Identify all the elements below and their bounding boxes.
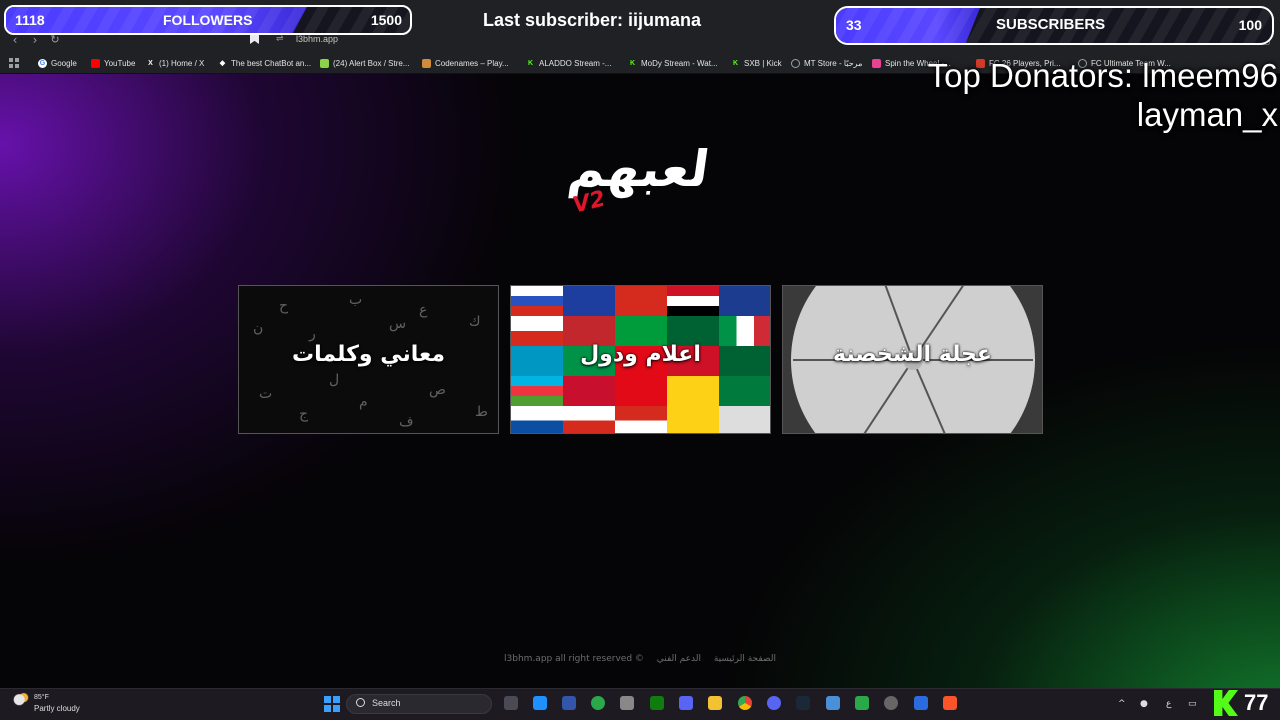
steam-icon[interactable] bbox=[796, 696, 810, 710]
taskbar-search[interactable] bbox=[346, 694, 492, 714]
game-card-words[interactable]: ح ب ع ك ن ر س ت ج م ص ط ل ف معاني وكلمات bbox=[238, 285, 499, 434]
bookmark-codenames[interactable]: Codenames – Play... bbox=[422, 58, 509, 69]
notepad-icon[interactable] bbox=[826, 696, 840, 710]
brave-icon[interactable] bbox=[943, 696, 957, 710]
weather-description[interactable]: Partly cloudy bbox=[34, 704, 80, 713]
subscribers-goal-bar: 33 SUBSCRIBERS 100 bbox=[834, 6, 1274, 45]
top-donators-line-1: Top Donators: lmeem96 bbox=[927, 57, 1278, 94]
chatbot-icon: ◆ bbox=[219, 60, 226, 67]
followers-current: 1118 bbox=[15, 12, 45, 28]
bookmark-mtstore[interactable]: MT Store - مرحبًا bbox=[791, 58, 862, 69]
subscribers-label: SUBSCRIBERS bbox=[996, 16, 1106, 33]
top-donators-line-2: layman_x bbox=[1136, 96, 1278, 133]
footer-copyright: l3bhm.app all right reserved © bbox=[504, 654, 644, 664]
followers-goal-bar: 1118 FOLLOWERS 1500 bbox=[4, 5, 412, 35]
url-text[interactable]: l3bhm.app bbox=[296, 34, 338, 44]
codenames-icon bbox=[422, 59, 431, 68]
game-card-wheel[interactable]: عجلة الشخصنة bbox=[782, 285, 1043, 434]
wheel-icon bbox=[872, 59, 881, 68]
last-subscriber: Last subscriber: iijumana bbox=[482, 10, 702, 30]
bookmark-sxb[interactable]: K SXB | Kick bbox=[731, 58, 782, 69]
app-icon[interactable] bbox=[533, 696, 547, 710]
followers-label: FOLLOWERS bbox=[163, 12, 253, 28]
card-title: عجلة الشخصنة bbox=[833, 342, 992, 367]
followers-goal: 1500 bbox=[370, 12, 402, 28]
taskbar-search-placeholder: Search bbox=[372, 698, 401, 708]
kick-icon: K bbox=[732, 60, 739, 67]
bookmark-google[interactable]: G Google bbox=[38, 58, 77, 69]
folder-icon[interactable] bbox=[708, 696, 722, 710]
discord-icon[interactable] bbox=[767, 696, 781, 710]
subscribers-current: 33 bbox=[846, 17, 862, 33]
viewer-count: 77 bbox=[1244, 690, 1269, 715]
footer: الصفحة الرئيسية الدعم الفني l3bhm.app al… bbox=[490, 654, 790, 664]
game-card-flags[interactable]: اعلام ودول bbox=[510, 285, 771, 434]
app-icon[interactable] bbox=[562, 696, 576, 710]
streamelements-icon bbox=[320, 59, 329, 68]
top-donators: Top Donators: lmeem96 layman_x bbox=[928, 56, 1278, 134]
app-icon[interactable] bbox=[914, 696, 928, 710]
bookmark-chatbot[interactable]: ◆ The best ChatBot an... bbox=[218, 58, 311, 69]
store-icon[interactable] bbox=[620, 696, 634, 710]
taskbar bbox=[0, 688, 1280, 720]
start-icon[interactable] bbox=[324, 696, 340, 712]
network-icon[interactable]: ▭ bbox=[1188, 699, 1197, 709]
footer-support-link[interactable]: الدعم الفني bbox=[657, 654, 701, 664]
apps-grid-icon[interactable] bbox=[9, 58, 19, 68]
site-info-icon[interactable]: ⇌ bbox=[276, 34, 284, 44]
kick-icon: K bbox=[629, 60, 636, 67]
site-logo[interactable]: لعبهم V2 bbox=[565, 140, 715, 230]
bookmark-youtube[interactable]: YouTube bbox=[91, 58, 135, 69]
footer-home-link[interactable]: الصفحة الرئيسية bbox=[714, 654, 776, 664]
obs-icon[interactable] bbox=[884, 696, 898, 710]
task-view-icon[interactable] bbox=[504, 696, 518, 710]
weather-temp[interactable]: 85°F bbox=[34, 694, 49, 701]
gamepad-icon[interactable] bbox=[679, 696, 693, 710]
weather-icon[interactable] bbox=[12, 692, 30, 706]
language-indicator[interactable]: ع bbox=[1166, 699, 1171, 709]
kick-icon: K bbox=[527, 60, 534, 67]
search-icon bbox=[356, 698, 365, 707]
excel-icon[interactable] bbox=[650, 696, 664, 710]
card-title: اعلام ودول bbox=[580, 342, 701, 367]
bookmark-x[interactable]: X (1) Home / X bbox=[146, 58, 204, 69]
x-icon: X bbox=[148, 60, 153, 67]
xbox-icon[interactable] bbox=[591, 696, 605, 710]
tray-chevron-icon[interactable]: ^ bbox=[1118, 699, 1126, 709]
bookmark-alertbox[interactable]: (24) Alert Box / Stre... bbox=[320, 58, 409, 69]
bookmark-mody[interactable]: K MoDy Stream - Wat... bbox=[628, 58, 718, 69]
forward-icon[interactable]: › bbox=[28, 33, 42, 47]
app-icon[interactable] bbox=[855, 696, 869, 710]
subscribers-goal: 100 bbox=[1238, 17, 1262, 33]
back-icon[interactable]: ‹ bbox=[8, 33, 22, 47]
microphone-icon[interactable]: ● bbox=[1140, 699, 1148, 709]
google-icon: G bbox=[38, 59, 47, 68]
card-title: معاني وكلمات bbox=[291, 342, 446, 367]
reload-icon[interactable]: ↻ bbox=[48, 33, 62, 47]
youtube-icon bbox=[91, 59, 100, 68]
globe-icon bbox=[791, 59, 800, 68]
chrome-icon[interactable] bbox=[738, 696, 752, 710]
bookmark-aladdo[interactable]: K ALADDO Stream -... bbox=[526, 58, 612, 69]
